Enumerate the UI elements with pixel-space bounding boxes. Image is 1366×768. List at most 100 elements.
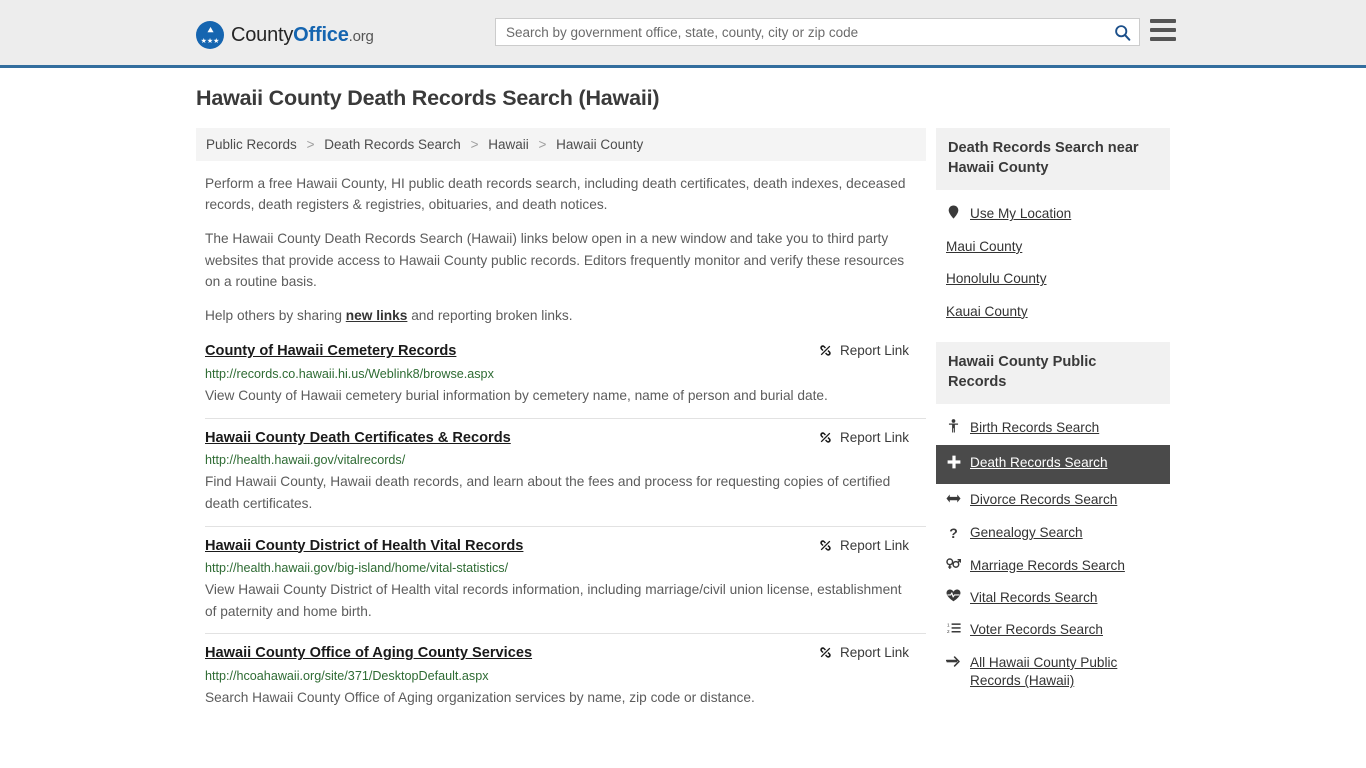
baby-icon xyxy=(946,419,961,438)
arrow-right-icon xyxy=(945,654,961,672)
svg-text:2: 2 xyxy=(947,629,950,634)
intro-paragraph-0: Perform a free Hawaii County, HI public … xyxy=(205,176,906,213)
search-bar xyxy=(495,18,1140,46)
report-link-label: Report Link xyxy=(839,429,909,445)
public-records-panel: Hawaii County Public Records Birth Recor… xyxy=(936,341,1170,697)
results-list: County of Hawaii Cemetery Records Report… xyxy=(196,339,926,719)
sidebar-item-vital-records-search[interactable]: Vital Records Search xyxy=(936,582,1170,614)
result-item: County of Hawaii Cemetery Records Report… xyxy=(205,339,926,417)
cross-icon xyxy=(946,454,961,476)
breadcrumb-item-2[interactable]: Hawaii xyxy=(488,137,529,152)
intro-paragraph-1: The Hawaii County Death Records Search (… xyxy=(205,231,905,289)
sidebar-item-divorce-records-search[interactable]: Divorce Records Search xyxy=(936,484,1170,516)
hamburger-menu-icon[interactable] xyxy=(1150,19,1176,41)
share-links-paragraph: Help others by sharing new links and rep… xyxy=(196,305,926,326)
result-item: Hawaii County District of Health Vital R… xyxy=(205,525,926,634)
search-icon xyxy=(1114,24,1130,41)
result-url[interactable]: http://health.hawaii.gov/big-island/home… xyxy=(205,560,926,576)
public-records-panel-heading: Hawaii County Public Records xyxy=(936,341,1170,405)
ordered-list-icon: 1 2 xyxy=(946,621,961,639)
breadcrumb-item-1[interactable]: Death Records Search xyxy=(324,137,461,152)
result-description: Search Hawaii County Office of Aging org… xyxy=(205,689,755,705)
broken-link-icon xyxy=(820,431,831,443)
main-column: Public Records > Death Records Search > … xyxy=(196,128,926,720)
report-link-button[interactable]: Report Link xyxy=(818,430,909,445)
result-title-link[interactable]: Hawaii County District of Health Vital R… xyxy=(205,537,523,555)
sidebar-item-maui-county[interactable]: Maui County xyxy=(936,231,1170,263)
brand-part-org: .org xyxy=(348,27,374,45)
left-right-arrow-icon xyxy=(946,491,961,509)
sidebar-item-label: Birth Records Search xyxy=(970,420,1100,436)
intro-text: Perform a free Hawaii County, HI public … xyxy=(196,173,926,326)
new-links-link[interactable]: new links xyxy=(346,308,408,323)
broken-link-icon xyxy=(820,539,831,551)
report-link-label: Report Link xyxy=(839,537,909,553)
breadcrumb-separator: > xyxy=(470,137,479,152)
sidebar-item-label: Vital Records Search xyxy=(970,590,1098,606)
sidebar-item-label: Death Records Search xyxy=(970,454,1108,470)
result-title-link[interactable]: County of Hawaii Cemetery Records xyxy=(205,342,456,360)
question-mark-icon: ? xyxy=(949,524,958,541)
search-button[interactable] xyxy=(1105,19,1139,45)
result-title-link[interactable]: Hawaii County Office of Aging County Ser… xyxy=(205,644,532,662)
result-description: Find Hawaii County, Hawaii death records… xyxy=(205,474,891,511)
brand-text: CountyOffice.org xyxy=(231,24,374,47)
sidebar-item-marriage-records-search[interactable]: Marriage Records Search xyxy=(936,550,1170,582)
site-logo[interactable]: ⯅ ★★★ CountyOffice.org xyxy=(196,21,374,49)
sidebar-item-label: All Hawaii County Public Records (Hawaii… xyxy=(970,654,1118,689)
site-header: ⯅ ★★★ CountyOffice.org xyxy=(0,0,1366,68)
result-description: View Hawaii County District of Health vi… xyxy=(205,582,902,619)
sidebar-item-label: Voter Records Search xyxy=(970,622,1103,638)
nearby-panel: Death Records Search near Hawaii County … xyxy=(936,128,1170,328)
sidebar-item-use-my-location[interactable]: Use My Location xyxy=(936,198,1170,231)
sidebar-item-genealogy-search[interactable]: ? Genealogy Search xyxy=(936,517,1170,550)
heartbeat-icon xyxy=(946,589,961,607)
result-item: Hawaii County Death Certificates & Recor… xyxy=(205,417,926,526)
public-records-panel-list: Birth Records Search Death Records Searc… xyxy=(936,404,1170,697)
breadcrumb-separator: > xyxy=(538,137,547,152)
share-prefix: Help others by sharing xyxy=(205,308,346,324)
breadcrumb: Public Records > Death Records Search > … xyxy=(196,128,926,161)
search-input[interactable] xyxy=(496,19,1105,45)
sidebar-item-label: Genealogy Search xyxy=(970,524,1083,540)
share-suffix: and reporting broken links. xyxy=(407,308,573,324)
page-title: Hawaii County Death Records Search (Hawa… xyxy=(196,86,660,110)
map-pin-icon xyxy=(946,205,961,224)
svg-text:1: 1 xyxy=(947,623,950,628)
brand-part-office: Office xyxy=(293,23,349,46)
sidebar-item-label: Marriage Records Search xyxy=(970,557,1125,573)
report-link-label: Report Link xyxy=(839,645,909,661)
sidebar-item-kauai-county[interactable]: Kauai County xyxy=(936,296,1170,328)
report-link-button[interactable]: Report Link xyxy=(818,343,909,358)
result-title-link[interactable]: Hawaii County Death Certificates & Recor… xyxy=(205,429,511,447)
result-url[interactable]: http://hcoahawaii.org/site/371/DesktopDe… xyxy=(205,668,926,684)
sidebar: Death Records Search near Hawaii County … xyxy=(936,128,1170,711)
breadcrumb-separator: > xyxy=(306,137,315,152)
nearby-panel-list: Use My Location Maui County Honolulu Cou… xyxy=(936,190,1170,328)
report-link-button[interactable]: Report Link xyxy=(818,538,909,553)
report-link-button[interactable]: Report Link xyxy=(818,645,909,660)
broken-link-icon xyxy=(820,345,831,357)
broken-link-icon xyxy=(820,647,831,659)
report-link-label: Report Link xyxy=(839,343,909,359)
sidebar-item-voter-records-search[interactable]: 1 2 Voter Records Search xyxy=(936,614,1170,646)
result-url[interactable]: http://records.co.hawaii.hi.us/Weblink8/… xyxy=(205,366,926,382)
sidebar-item-label: Kauai County xyxy=(946,303,1028,319)
venus-mars-icon xyxy=(946,557,962,575)
breadcrumb-item-0[interactable]: Public Records xyxy=(206,137,297,152)
result-description: View County of Hawaii cemetery burial in… xyxy=(205,388,828,403)
result-item: Hawaii County Office of Aging County Ser… xyxy=(205,633,926,719)
sidebar-item-label: Divorce Records Search xyxy=(970,492,1118,508)
sidebar-item-label: Honolulu County xyxy=(946,271,1047,287)
eagle-stars-logo-icon: ⯅ ★★★ xyxy=(196,21,224,49)
sidebar-item-honolulu-county[interactable]: Honolulu County xyxy=(936,263,1170,295)
sidebar-item-birth-records-search[interactable]: Birth Records Search xyxy=(936,412,1170,445)
sidebar-item-death-records-search[interactable]: Death Records Search xyxy=(936,444,1170,485)
breadcrumb-item-3[interactable]: Hawaii County xyxy=(556,137,643,152)
result-url[interactable]: http://health.hawaii.gov/vitalrecords/ xyxy=(205,452,926,468)
sidebar-item-label: Maui County xyxy=(946,238,1023,254)
nearby-panel-heading: Death Records Search near Hawaii County xyxy=(936,128,1170,191)
sidebar-item-label: Use My Location xyxy=(970,206,1072,222)
brand-part-county: County xyxy=(231,23,294,46)
sidebar-item-all-public-records[interactable]: All Hawaii County Public Records (Hawaii… xyxy=(936,647,1170,698)
